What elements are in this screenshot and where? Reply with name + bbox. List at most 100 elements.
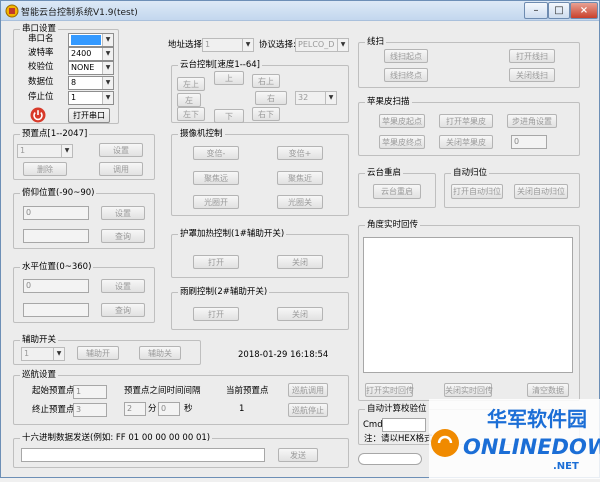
hex-send-button[interactable]: 发送 bbox=[278, 448, 318, 462]
preset-set-button[interactable]: 设置 bbox=[99, 143, 143, 157]
heater-on-button[interactable]: 打开 bbox=[193, 255, 239, 269]
pan-query-button[interactable]: 查询 bbox=[101, 303, 145, 317]
apple-scan-title: 苹果皮扫描 bbox=[365, 96, 412, 108]
ptz-right-button[interactable]: 右 bbox=[255, 91, 287, 105]
cmd1-input[interactable] bbox=[382, 418, 426, 432]
hex-data-input[interactable] bbox=[21, 448, 265, 462]
line-scan-start-button[interactable]: 线扫起点 bbox=[384, 49, 428, 63]
address-select[interactable]: 1 ▼ bbox=[202, 38, 254, 52]
iris-open-button[interactable]: 光圈开 bbox=[193, 195, 239, 209]
apple-scan-open-button[interactable]: 打开苹果皮 bbox=[439, 114, 493, 128]
auto-home-close-button[interactable]: 关闭自动归位 bbox=[514, 184, 568, 199]
cruise-start-label: 起始预置点 bbox=[32, 386, 75, 396]
angle-clear-button[interactable]: 清空数据 bbox=[527, 383, 569, 397]
cruise-stop-button[interactable]: 巡航停止 bbox=[288, 403, 328, 417]
camera-control-title: 摄像机控制 bbox=[178, 128, 225, 140]
ptz-left-button[interactable]: 左 bbox=[177, 93, 201, 107]
zoom-out-button[interactable]: 变倍- bbox=[193, 146, 239, 160]
wiper-off-button[interactable]: 关闭 bbox=[277, 307, 323, 321]
aux-on-button[interactable]: 辅助开 bbox=[77, 346, 119, 360]
port-label: 串口名 bbox=[28, 34, 54, 44]
line-scan-close-button[interactable]: 关闭线扫 bbox=[509, 68, 555, 82]
watermark-en-text: ONLINEDOWN bbox=[463, 435, 600, 459]
stopbits-select[interactable]: 1 ▼ bbox=[68, 91, 114, 105]
line-scan-open-button[interactable]: 打开线扫 bbox=[509, 49, 555, 63]
databits-value: 8 bbox=[71, 78, 77, 87]
status-field bbox=[358, 453, 422, 465]
cruise-minutes-input[interactable]: 2 bbox=[124, 402, 146, 416]
zoom-in-button[interactable]: 变倍+ bbox=[277, 146, 323, 160]
title-bar[interactable]: 智能云台控制系统V1.9(test) – □ × bbox=[1, 1, 599, 21]
step-angle-button[interactable]: 步进角设置 bbox=[507, 114, 557, 128]
parity-select[interactable]: NONE ▼ bbox=[68, 61, 114, 75]
app-icon bbox=[5, 4, 19, 18]
chevron-down-icon: ▼ bbox=[102, 92, 113, 104]
watermark-net-text: .NET bbox=[553, 461, 579, 472]
preset-select[interactable]: 1 ▼ bbox=[17, 144, 73, 158]
tilt-query-button[interactable]: 查询 bbox=[101, 229, 145, 243]
stopbits-label: 停止位 bbox=[28, 92, 54, 102]
maximize-button[interactable]: □ bbox=[548, 2, 570, 19]
chevron-down-icon: ▼ bbox=[61, 145, 72, 157]
apple-scan-end-button[interactable]: 苹果皮终点 bbox=[379, 135, 425, 149]
ptz-control-title: 云台控制[速度1--64] bbox=[178, 59, 262, 71]
ptz-down-button[interactable]: 下 bbox=[214, 109, 244, 123]
ptz-up-button[interactable]: 上 bbox=[214, 71, 244, 85]
preset-title: 预置点[1--2047] bbox=[20, 128, 90, 140]
pan-input[interactable]: 0 bbox=[23, 279, 89, 293]
ptz-speed-value: 32 bbox=[298, 93, 309, 102]
cruise-end-input[interactable]: 3 bbox=[73, 403, 107, 417]
window-title: 智能云台控制系统V1.9(test) bbox=[21, 8, 138, 18]
restart-button[interactable]: 云台重启 bbox=[373, 184, 421, 199]
line-scan-end-button[interactable]: 线扫终点 bbox=[384, 68, 428, 82]
protocol-select[interactable]: PELCO_D ▼ bbox=[295, 38, 349, 52]
chevron-down-icon: ▼ bbox=[242, 39, 253, 51]
cruise-seconds-unit: 秒 bbox=[184, 404, 193, 414]
chevron-down-icon: ▼ bbox=[102, 62, 113, 74]
cruise-current-value: 1 bbox=[239, 404, 245, 414]
apple-scan-start-button[interactable]: 苹果皮起点 bbox=[379, 114, 425, 128]
cruise-seconds-input[interactable]: 0 bbox=[158, 402, 180, 416]
aux-value: 1 bbox=[24, 349, 30, 358]
ptz-downleft-button[interactable]: 左下 bbox=[177, 107, 205, 121]
cruise-call-button[interactable]: 巡航调用 bbox=[288, 383, 328, 397]
chevron-down-icon: ▼ bbox=[102, 77, 113, 89]
tilt-input[interactable]: 0 bbox=[23, 206, 89, 220]
aux-off-button[interactable]: 辅助关 bbox=[139, 346, 181, 360]
address-value: 1 bbox=[205, 40, 211, 49]
port-select[interactable]: ▼ bbox=[68, 33, 114, 47]
focus-near-button[interactable]: 聚焦近 bbox=[277, 171, 323, 185]
angle-close-button[interactable]: 关闭实时回传 bbox=[444, 383, 493, 397]
line-scan-title: 线扫 bbox=[365, 36, 387, 48]
tilt-set-button[interactable]: 设置 bbox=[101, 206, 145, 220]
aux-select[interactable]: 1 ▼ bbox=[21, 347, 65, 361]
preset-delete-button[interactable]: 删除 bbox=[23, 162, 67, 176]
angle-open-button[interactable]: 打开实时回传 bbox=[365, 383, 414, 397]
databits-select[interactable]: 8 ▼ bbox=[68, 76, 114, 90]
open-port-button[interactable]: 打开串口 bbox=[68, 108, 110, 123]
step-angle-input[interactable]: 0 bbox=[511, 135, 547, 149]
baud-select[interactable]: 2400 ▼ bbox=[68, 47, 114, 61]
cruise-end-label: 终止预置点 bbox=[32, 405, 75, 415]
minimize-button[interactable]: – bbox=[524, 2, 548, 19]
ptz-downright-button[interactable]: 右下 bbox=[252, 107, 280, 121]
iris-close-button[interactable]: 光圈关 bbox=[277, 195, 323, 209]
angle-log-textarea[interactable] bbox=[363, 237, 573, 373]
focus-far-button[interactable]: 聚焦远 bbox=[193, 171, 239, 185]
close-button[interactable]: × bbox=[570, 2, 598, 19]
ptz-upright-button[interactable]: 右上 bbox=[252, 74, 280, 88]
pan-set-button[interactable]: 设置 bbox=[101, 279, 145, 293]
watermark-logo: 华军软件园 ONLINEDOWN .NET bbox=[429, 399, 600, 479]
ptz-upleft-button[interactable]: 左上 bbox=[177, 77, 205, 91]
preset-call-button[interactable]: 调用 bbox=[99, 162, 143, 176]
heater-off-button[interactable]: 关闭 bbox=[277, 255, 323, 269]
databits-label: 数据位 bbox=[28, 77, 54, 87]
cruise-current-label: 当前预置点 bbox=[226, 386, 269, 396]
apple-scan-close-button[interactable]: 关闭苹果皮 bbox=[439, 135, 493, 149]
cruise-start-input[interactable]: 1 bbox=[73, 385, 107, 399]
ptz-speed-select[interactable]: 32 ▼ bbox=[295, 91, 337, 105]
auto-home-open-button[interactable]: 打开自动归位 bbox=[451, 184, 503, 199]
wiper-on-button[interactable]: 打开 bbox=[193, 307, 239, 321]
chevron-down-icon: ▼ bbox=[102, 48, 113, 60]
power-icon bbox=[30, 107, 46, 123]
